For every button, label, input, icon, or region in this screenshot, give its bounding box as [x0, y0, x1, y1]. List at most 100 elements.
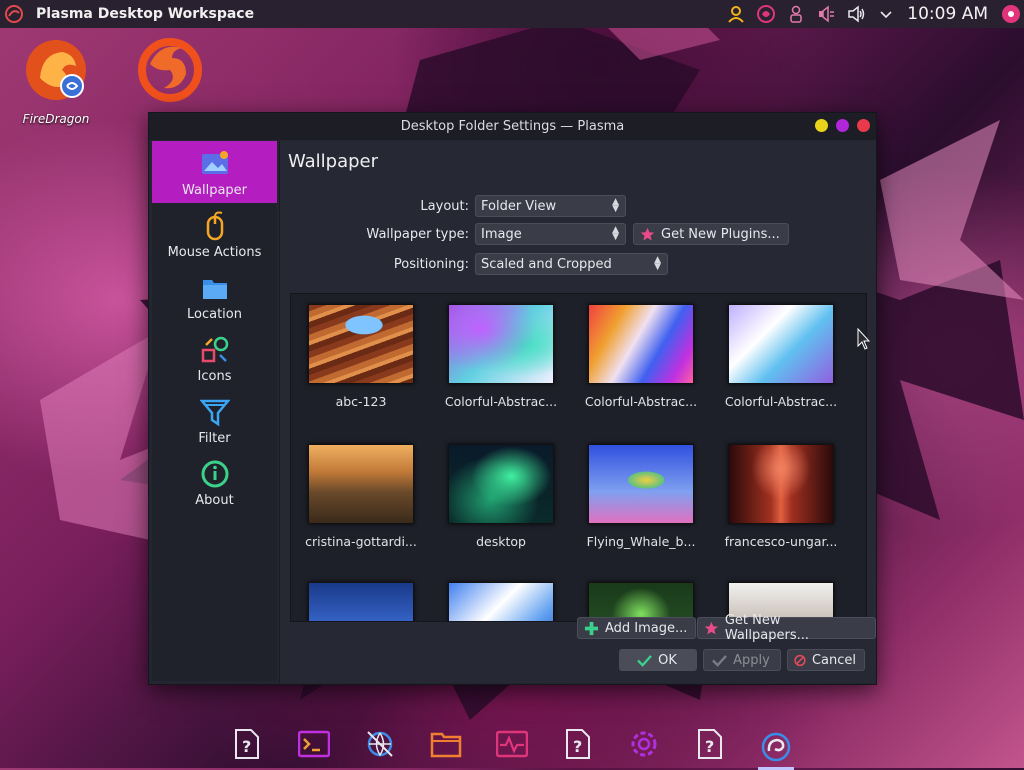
wallpaper-thumbnail — [728, 444, 834, 524]
shapes-icon — [201, 336, 228, 363]
wallpaper-thumbnail — [448, 304, 554, 384]
task-item-unknown[interactable]: ? — [560, 726, 596, 762]
cancel-label: Cancel — [811, 652, 856, 668]
application-menu-button[interactable] — [0, 0, 28, 28]
mouse-icon — [206, 211, 223, 241]
task-item-settings[interactable] — [626, 726, 662, 762]
wallpaper-label: francesco-ungar... — [724, 534, 838, 549]
wallpaper-item[interactable]: desktop — [431, 444, 571, 549]
files-icon — [430, 732, 462, 758]
chevron-down-icon[interactable] — [871, 0, 901, 28]
layout-label: Layout: — [420, 198, 469, 214]
active-window-title: Plasma Desktop Workspace — [36, 6, 255, 22]
wallpaper-item[interactable]: Colorful-Abstrac... — [431, 304, 571, 409]
positioning-combobox[interactable]: Scaled and Cropped ▲ ▼ — [475, 253, 668, 275]
wallpaper-item[interactable]: abc-123 — [291, 304, 431, 409]
folder-icon — [202, 280, 227, 299]
wallpaper-item[interactable] — [571, 582, 711, 621]
garuda-logo-icon — [5, 5, 23, 23]
star-icon — [640, 227, 655, 240]
cancel-button[interactable]: Cancel — [787, 649, 865, 671]
sidebar-item-label: Location — [187, 307, 242, 322]
checkmark-icon — [712, 654, 728, 667]
layout-value: Folder View — [481, 198, 557, 214]
wallpaper-label: desktop — [476, 534, 526, 549]
desktop-folder-settings-window: Desktop Folder Settings — Plasma Wallpap… — [148, 112, 877, 685]
sidebar-item-label: Mouse Actions — [167, 245, 262, 260]
task-item-system-monitor[interactable] — [494, 726, 530, 762]
wallpaper-item[interactable]: francesco-ungar... — [711, 444, 851, 549]
desktop-icon-label: FireDragon — [22, 112, 90, 126]
top-panel: Plasma Desktop Workspace 10:09 AM — [0, 0, 1024, 28]
wallpaper-grid[interactable]: abc-123 Colorful-Abstrac... Colorful-Abs… — [290, 293, 867, 622]
wallpaper-item[interactable]: Flying_Whale_b... — [571, 444, 711, 549]
wallpaper-label: Colorful-Abstrac... — [584, 394, 698, 409]
apply-button[interactable]: Apply — [703, 649, 781, 671]
wallpaper-label: Colorful-Abstrac... — [724, 394, 838, 409]
firedragon-sync-icon[interactable] — [751, 0, 781, 28]
add-image-button[interactable]: Add Image... — [577, 617, 697, 639]
settings-sidebar: Wallpaper Mouse Actions Location Icons F… — [152, 141, 277, 681]
sidebar-item-mouse-actions[interactable]: Mouse Actions — [152, 203, 277, 265]
ok-button[interactable]: OK — [619, 649, 697, 671]
task-item-terminal[interactable] — [296, 726, 332, 762]
audio-input-icon[interactable] — [811, 0, 841, 28]
wallpaper-label: abc-123 — [335, 394, 387, 409]
wallpaper-item[interactable]: cristina-gottardi... — [291, 444, 431, 549]
user-icon[interactable] — [721, 0, 751, 28]
sidebar-item-location[interactable]: Location — [152, 265, 277, 327]
task-item-network[interactable] — [362, 726, 398, 762]
sidebar-item-wallpaper[interactable]: Wallpaper — [152, 141, 277, 203]
ok-label: OK — [658, 652, 677, 668]
unknown-app-icon: ? — [235, 729, 259, 759]
desktop-icon-firedragon[interactable]: FireDragon — [11, 36, 101, 126]
cancel-icon — [794, 654, 806, 666]
sidebar-item-label: Icons — [197, 369, 232, 384]
taskbar: ? ? ? — [0, 718, 1024, 770]
settings-content: Wallpaper Layout: Folder View ▲ ▼ Wallpap… — [279, 141, 876, 683]
plasma-settings-icon — [761, 732, 791, 761]
combobox-arrows-icon: ▲ ▼ — [612, 225, 619, 242]
get-new-wallpapers-label: Get New Wallpapers... — [724, 613, 810, 643]
task-item-unknown[interactable]: ? — [692, 726, 728, 762]
person-icon[interactable] — [781, 0, 811, 28]
info-icon — [201, 460, 228, 488]
wallpaper-label: Colorful-Abstrac... — [444, 394, 558, 409]
wallpaper-item[interactable]: Colorful-Abstrac... — [711, 304, 851, 409]
wallpaper-type-combobox[interactable]: Image ▲ ▼ — [475, 223, 626, 245]
firefox-icon — [138, 38, 202, 102]
wallpaper-icon — [201, 151, 228, 174]
task-item-files[interactable] — [428, 726, 464, 762]
window-titlebar[interactable]: Desktop Folder Settings — Plasma — [149, 113, 876, 140]
close-button[interactable] — [857, 119, 870, 132]
task-item-unknown[interactable]: ? — [229, 726, 265, 762]
get-new-wallpapers-button[interactable]: Get New Wallpapers... — [697, 613, 876, 643]
sidebar-item-filter[interactable]: Filter — [152, 389, 277, 451]
wallpaper-item[interactable]: Colorful-Abstrac... — [571, 304, 711, 409]
wallpaper-item[interactable] — [431, 582, 571, 621]
terminal-icon — [298, 730, 330, 758]
power-icon[interactable] — [998, 0, 1024, 28]
minimize-button[interactable] — [815, 119, 828, 132]
maximize-button[interactable] — [836, 119, 849, 132]
page-title: Wallpaper — [288, 151, 379, 172]
volume-icon[interactable] — [841, 0, 871, 28]
wallpaper-thumbnail — [728, 304, 834, 384]
checkmark-icon — [637, 654, 652, 667]
task-item-plasma-settings[interactable] — [758, 726, 794, 770]
wallpaper-label: cristina-gottardi... — [305, 534, 417, 549]
wallpaper-thumbnail — [308, 582, 414, 621]
star-icon — [704, 621, 719, 634]
layout-combobox[interactable]: Folder View ▲ ▼ — [475, 195, 626, 217]
system-tray: 10:09 AM — [721, 0, 1024, 28]
get-new-plugins-button[interactable]: Get New Plugins... — [633, 223, 789, 245]
filter-icon — [199, 399, 230, 427]
network-icon — [367, 731, 393, 757]
sidebar-item-icons[interactable]: Icons — [152, 327, 277, 389]
wallpaper-item[interactable] — [291, 582, 431, 621]
sidebar-item-about[interactable]: About — [152, 451, 277, 513]
positioning-value: Scaled and Cropped — [481, 256, 612, 272]
add-image-label: Add Image... — [605, 620, 688, 636]
clock[interactable]: 10:09 AM — [907, 4, 988, 24]
wallpaper-thumbnail — [588, 444, 694, 524]
